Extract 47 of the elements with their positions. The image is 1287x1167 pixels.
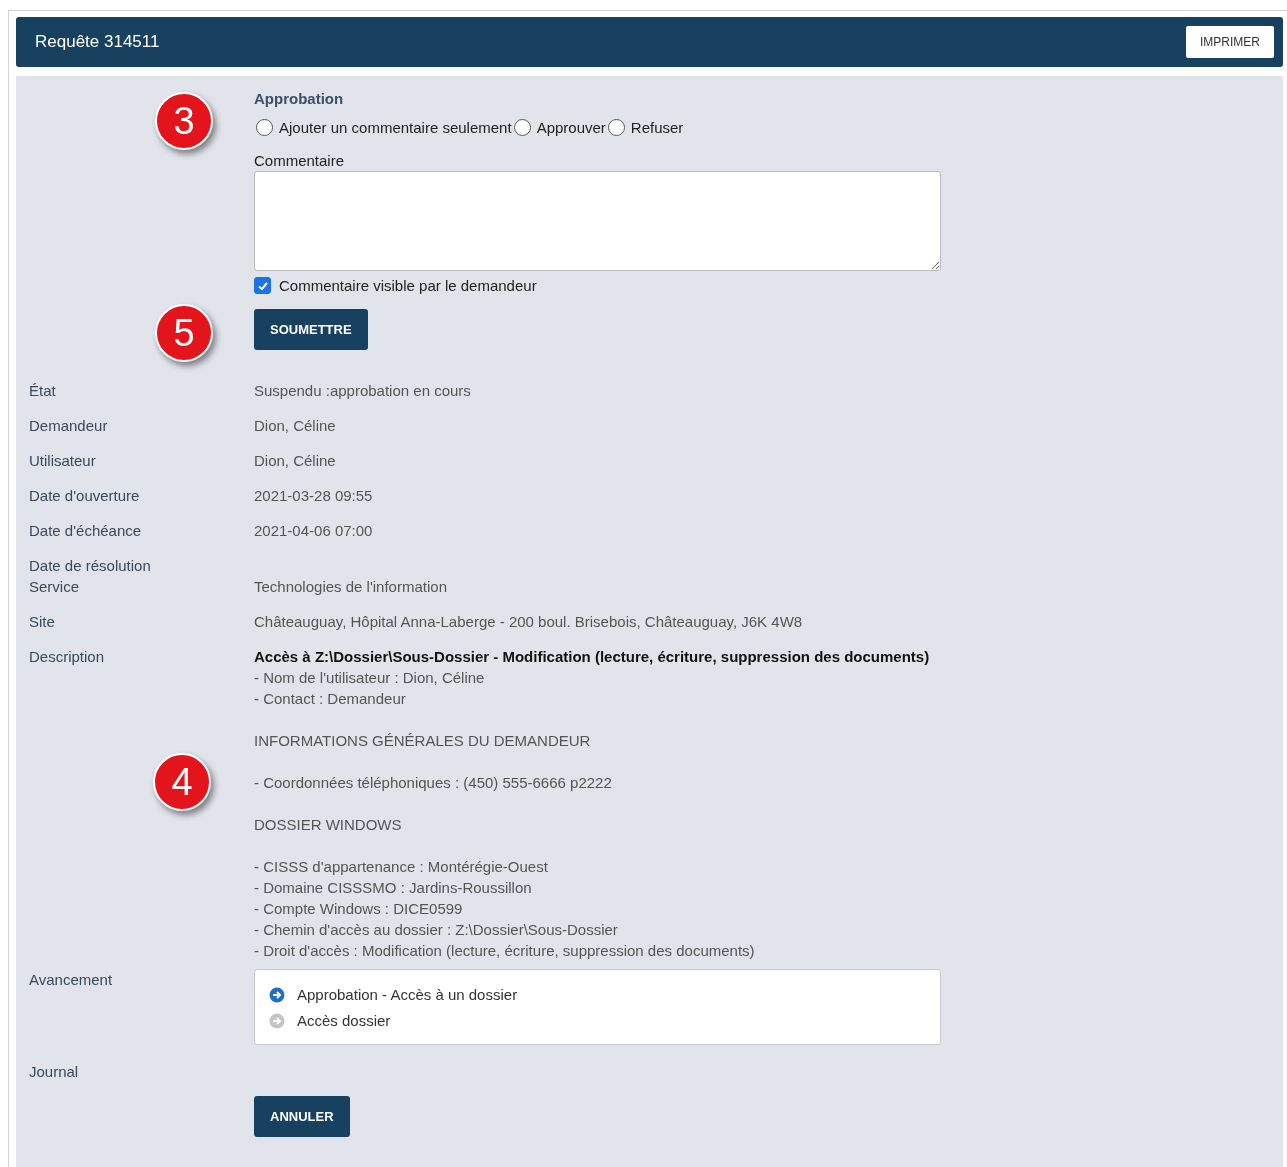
field-label: Date d'ouverture bbox=[29, 487, 140, 504]
step-number-badge: 3 bbox=[155, 92, 213, 150]
field-value: Dion, Céline bbox=[254, 452, 336, 469]
submit-button[interactable]: SOUMETTRE bbox=[254, 309, 368, 350]
arrow-circle-icon bbox=[269, 1013, 285, 1029]
description-line: - Domaine CISSSMO : Jardins-Roussillon bbox=[254, 878, 533, 898]
page-title: Requête 314511 bbox=[35, 32, 160, 52]
field-label: État bbox=[29, 382, 56, 399]
progress-step: Accès dossier bbox=[297, 1008, 391, 1034]
field-label: Description bbox=[29, 648, 105, 665]
print-button[interactable]: IMPRIMER bbox=[1186, 26, 1274, 58]
description-line: - Compte Windows : DICE0599 bbox=[254, 899, 464, 919]
field-label: Date de résolution bbox=[29, 557, 151, 574]
radio-option[interactable]: Refuser bbox=[605, 117, 684, 138]
field-label: Avancement bbox=[29, 971, 113, 988]
description-line: - Coordonnées téléphoniques : (450) 555-6666 p2222 bbox=[254, 773, 613, 793]
field-label: Utilisateur bbox=[29, 452, 96, 469]
visibility-checkbox[interactable]: Commentaire visible par le demandeur bbox=[254, 275, 1283, 296]
field-value: Technologies de l'information bbox=[254, 578, 447, 595]
step-number-badge: 4 bbox=[153, 753, 211, 811]
radio-option[interactable]: Ajouter un commentaire seulement bbox=[254, 117, 512, 138]
description-line: - Nom de l'utilisateur : Dion, Céline bbox=[254, 668, 486, 688]
field-label: Service bbox=[29, 578, 80, 595]
radio-option[interactable]: Approuver bbox=[511, 117, 606, 138]
description-line: - Chemin d'accès au dossier : Z:\Dossier\Sous-Dossier bbox=[254, 920, 619, 940]
description-line: - CISSS d'appartenance : Montérégie-Ouest bbox=[254, 857, 549, 877]
section-heading: Approbation bbox=[254, 89, 345, 109]
comment-field[interactable] bbox=[254, 171, 941, 271]
field-value: 2021-03-28 09:55 bbox=[254, 487, 373, 504]
description-line: - Droit d'accès : Modification (lecture, écriture, suppression des documents) bbox=[254, 941, 756, 961]
description-line: DOSSIER WINDOWS bbox=[254, 815, 403, 835]
field-value: Châteauguay, Hôpital Anna-Laberge - 200 boul. Brisebois, Châteauguay, J6K 4W8 bbox=[254, 613, 803, 630]
field-value: Suspendu :approbation en cours bbox=[254, 382, 471, 399]
description-line: - Contact : Demandeur bbox=[254, 689, 407, 709]
arrow-circle-icon bbox=[269, 987, 285, 1003]
cancel-button[interactable]: ANNULER bbox=[254, 1096, 350, 1137]
description-title: Accès à Z:\Dossier\Sous-Dossier - Modification (lecture, écriture, suppression des documents) bbox=[254, 647, 931, 667]
field-label: Site bbox=[29, 613, 55, 630]
field-value: 2021-04-06 07:00 bbox=[254, 522, 373, 539]
step-number-badge: 5 bbox=[155, 304, 213, 362]
field-value: Dion, Céline bbox=[254, 417, 336, 434]
field-label: Date d'échéance bbox=[29, 522, 142, 539]
progress-step: Approbation - Accès à un dossier bbox=[297, 982, 518, 1008]
description-line: INFORMATIONS GÉNÉRALES DU DEMANDEUR bbox=[254, 731, 592, 751]
field-label: Commentaire bbox=[254, 151, 346, 171]
field-label: Demandeur bbox=[29, 417, 108, 434]
field-label: Journal bbox=[29, 1063, 79, 1080]
